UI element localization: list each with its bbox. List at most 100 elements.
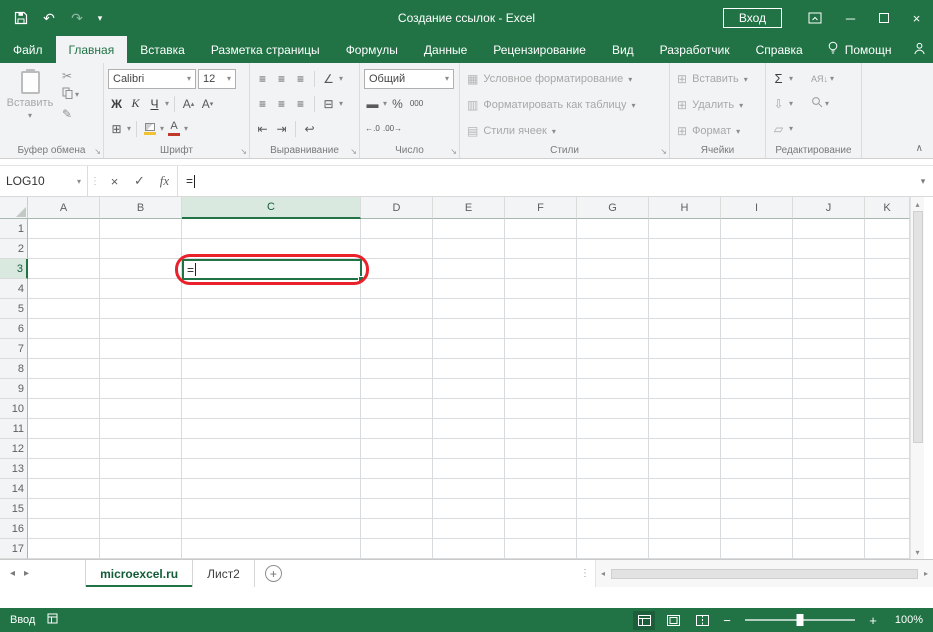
save-icon[interactable] [8, 5, 34, 31]
cell-J13[interactable] [793, 459, 865, 479]
format-as-table-button[interactable]: ▥ Форматировать как таблицу ▾ [464, 92, 665, 118]
cell-G5[interactable] [577, 299, 649, 319]
cell-G7[interactable] [577, 339, 649, 359]
cell-B17[interactable] [100, 539, 182, 559]
cell-D2[interactable] [361, 239, 433, 259]
clipboard-dialog-launcher[interactable]: ↘ [94, 147, 101, 156]
cell-G15[interactable] [577, 499, 649, 519]
cell-J4[interactable] [793, 279, 865, 299]
tab-formulas[interactable]: Формулы [333, 36, 411, 63]
cell-C8[interactable] [182, 359, 361, 379]
tab-home[interactable]: Главная [56, 36, 128, 63]
row-header-17[interactable]: 17 [0, 539, 28, 559]
tab-developer[interactable]: Разработчик [647, 36, 743, 63]
fill-handle[interactable] [358, 276, 364, 282]
qat-customize-icon[interactable]: ▾ [92, 5, 108, 31]
row-header-14[interactable]: 14 [0, 479, 28, 499]
cell-J15[interactable] [793, 499, 865, 519]
cell-C15[interactable] [182, 499, 361, 519]
cell-K12[interactable] [865, 439, 910, 459]
cell-B4[interactable] [100, 279, 182, 299]
cell-A2[interactable] [28, 239, 100, 259]
cell-J17[interactable] [793, 539, 865, 559]
sheet-tab-1[interactable]: microexcel.ru [85, 560, 193, 587]
column-header-C[interactable]: C [182, 197, 361, 219]
cell-E10[interactable] [433, 399, 505, 419]
select-all-corner[interactable] [0, 197, 28, 219]
cell-D17[interactable] [361, 539, 433, 559]
cell-D16[interactable] [361, 519, 433, 539]
scroll-up-button[interactable]: ▴ [911, 197, 924, 211]
borders-icon[interactable]: ⊞ [108, 119, 125, 139]
collapse-ribbon-button[interactable]: ∧ [916, 143, 923, 154]
sheet-splitter[interactable]: ⋮ [575, 560, 595, 587]
cell-H2[interactable] [649, 239, 721, 259]
ribbon-display-options-icon[interactable] [800, 0, 830, 36]
cell-B12[interactable] [100, 439, 182, 459]
page-layout-view-button[interactable] [662, 611, 684, 630]
cell-I3[interactable] [721, 259, 793, 279]
fill-color-icon[interactable] [142, 123, 158, 135]
decrease-font-button[interactable]: А▾ [199, 94, 216, 114]
cell-K1[interactable] [865, 219, 910, 239]
row-header-2[interactable]: 2 [0, 239, 28, 259]
row-header-9[interactable]: 9 [0, 379, 28, 399]
tab-page-layout[interactable]: Разметка страницы [198, 36, 333, 63]
cell-J6[interactable] [793, 319, 865, 339]
cell-E11[interactable] [433, 419, 505, 439]
row-header-11[interactable]: 11 [0, 419, 28, 439]
cell-F15[interactable] [505, 499, 577, 519]
find-select-button[interactable] [811, 95, 823, 113]
cell-B6[interactable] [100, 319, 182, 339]
increase-font-button[interactable]: А▴ [180, 94, 197, 114]
column-header-B[interactable]: B [100, 197, 182, 219]
column-header-G[interactable]: G [577, 197, 649, 219]
cell-D10[interactable] [361, 399, 433, 419]
cell-E6[interactable] [433, 319, 505, 339]
font-dialog-launcher[interactable]: ↘ [240, 147, 247, 156]
assistant-button[interactable]: Помощн [816, 36, 903, 63]
cell-I17[interactable] [721, 539, 793, 559]
cell-A5[interactable] [28, 299, 100, 319]
cell-D11[interactable] [361, 419, 433, 439]
cell-B5[interactable] [100, 299, 182, 319]
cell-D15[interactable] [361, 499, 433, 519]
cell-G3[interactable] [577, 259, 649, 279]
cell-C4[interactable] [182, 279, 361, 299]
cell-B16[interactable] [100, 519, 182, 539]
cell-F4[interactable] [505, 279, 577, 299]
align-center-icon[interactable]: ≡ [273, 94, 290, 114]
zoom-slider[interactable] [745, 619, 855, 621]
cell-G12[interactable] [577, 439, 649, 459]
cell-D12[interactable] [361, 439, 433, 459]
cell-K13[interactable] [865, 459, 910, 479]
cell-I9[interactable] [721, 379, 793, 399]
name-box[interactable]: LOG10 ▾ [0, 166, 88, 196]
cell-K5[interactable] [865, 299, 910, 319]
cell-F10[interactable] [505, 399, 577, 419]
cell-I11[interactable] [721, 419, 793, 439]
cell-A17[interactable] [28, 539, 100, 559]
cell-E9[interactable] [433, 379, 505, 399]
cell-B9[interactable] [100, 379, 182, 399]
row-header-13[interactable]: 13 [0, 459, 28, 479]
column-header-H[interactable]: H [649, 197, 721, 219]
fill-button[interactable]: ⇩ [770, 94, 787, 114]
cell-E14[interactable] [433, 479, 505, 499]
cell-G17[interactable] [577, 539, 649, 559]
cell-J10[interactable] [793, 399, 865, 419]
row-header-5[interactable]: 5 [0, 299, 28, 319]
number-dialog-launcher[interactable]: ↘ [450, 147, 457, 156]
cell-C9[interactable] [182, 379, 361, 399]
tab-data[interactable]: Данные [411, 36, 480, 63]
align-top-icon[interactable]: ≡ [254, 69, 271, 89]
cell-B7[interactable] [100, 339, 182, 359]
cell-F8[interactable] [505, 359, 577, 379]
wrap-text-icon[interactable]: ↩ [301, 119, 318, 139]
cell-D4[interactable] [361, 279, 433, 299]
cell-A11[interactable] [28, 419, 100, 439]
cell-E17[interactable] [433, 539, 505, 559]
zoom-in-button[interactable]: + [866, 613, 880, 628]
cell-G10[interactable] [577, 399, 649, 419]
cell-A15[interactable] [28, 499, 100, 519]
